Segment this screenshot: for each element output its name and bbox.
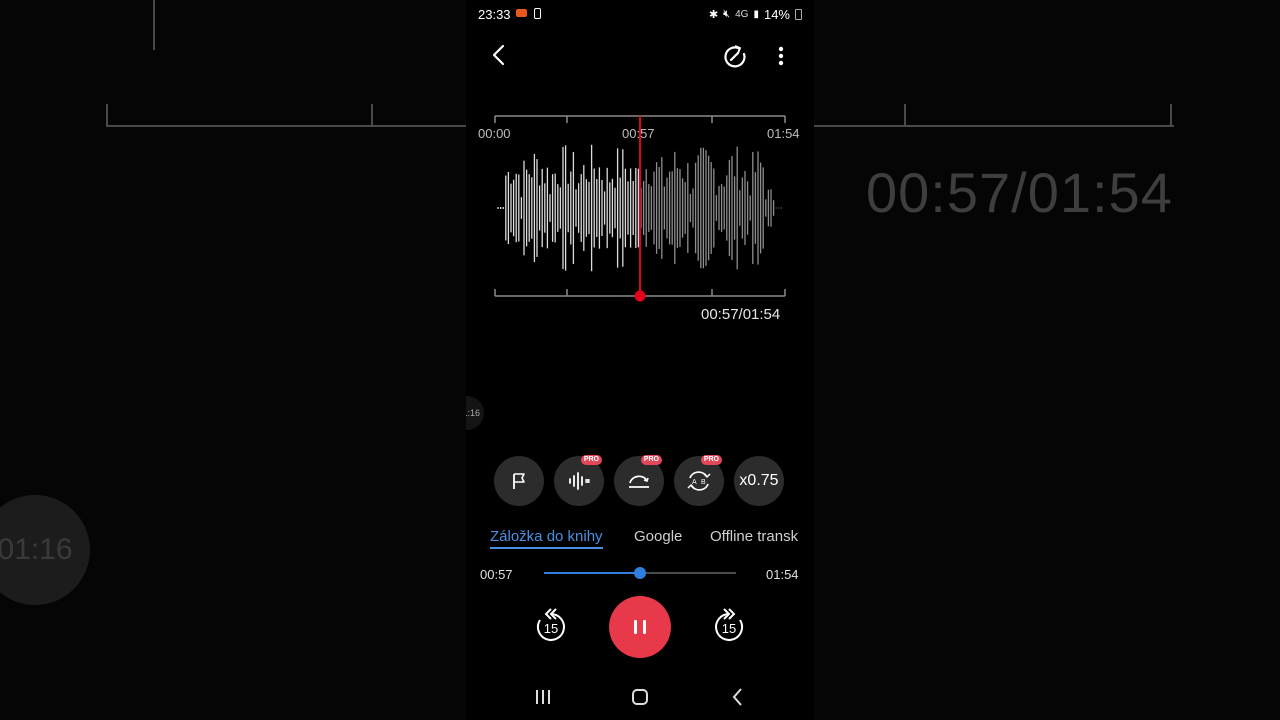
noise-reduction-icon [569, 472, 590, 490]
tool-row: PRO PRO PRO A B x0.75 [494, 455, 786, 508]
current-position-label: 00:57/01:54 [701, 306, 781, 323]
svg-text:B: B [701, 479, 706, 486]
bluetooth-icon: ✱ [708, 9, 719, 21]
bg-axis-right [814, 125, 1174, 127]
battery-saver-icon [534, 8, 541, 19]
bg-tick [904, 104, 906, 126]
skip-silence-button[interactable]: PRO [614, 455, 664, 506]
side-time-bubble: 01:16 [466, 396, 484, 430]
system-nav-bar [466, 678, 814, 714]
bookmark-button[interactable] [494, 456, 544, 506]
seek-row: 00:57 01:54 [466, 562, 814, 584]
battery-level: 14% [763, 7, 790, 22]
svg-text:A: A [692, 479, 697, 486]
skip-silence-icon [629, 475, 649, 488]
back-arrow-icon[interactable] [484, 40, 514, 70]
home-icon[interactable] [627, 684, 653, 710]
signal-icon: ▮ [753, 9, 759, 20]
back-nav-icon[interactable] [725, 684, 751, 710]
more-options-icon[interactable] [768, 42, 794, 72]
rewind-seconds: 15 [544, 621, 558, 636]
bg-axis-left [106, 125, 466, 127]
forward-seconds: 15 [722, 621, 736, 636]
pause-button[interactable] [609, 596, 671, 658]
noise-reduction-button[interactable]: PRO [554, 455, 604, 506]
ab-repeat-icon: A B [687, 471, 711, 491]
network-type: 4G [735, 9, 749, 20]
tab-offline-transcription[interactable]: Offline transk [710, 528, 798, 545]
waveform-panel[interactable]: 00:00 00:57 01:54 [478, 112, 800, 302]
tick-label-start: 00:00 [478, 126, 511, 141]
pro-badge: PRO [640, 455, 662, 465]
tab-bookmarks[interactable]: Záložka do knihy [490, 528, 603, 549]
playhead-handle[interactable] [634, 290, 646, 302]
pause-icon [634, 620, 646, 634]
bg-divider [153, 0, 155, 50]
flag-icon [513, 473, 525, 489]
status-icons: ✱ 🔇︎ 4G ▮ 14% [709, 7, 802, 22]
seek-thumb[interactable] [634, 567, 646, 579]
status-time: 23:33 [478, 7, 511, 22]
phone-screen: 23:33 ✱ 🔇︎ 4G ▮ 14% 00:00 00:57 01:54 00… [466, 0, 814, 720]
playback-controls: 15 15 [466, 596, 814, 660]
seek-bar[interactable] [544, 567, 736, 579]
total-time: 01:54 [766, 567, 799, 582]
screen-record-icon [516, 9, 527, 17]
pro-badge: PRO [700, 455, 722, 465]
mute-icon: 🔇︎ [723, 8, 731, 20]
seek-progress [544, 572, 640, 574]
bg-bubble: 01:16 [0, 495, 90, 605]
bg-time-display: 00:57/01:54 [866, 161, 1173, 224]
bg-tick [371, 104, 373, 126]
tab-bar: Záložka do knihy Google Offline transk [490, 528, 814, 554]
status-bar: 23:33 ✱ 🔇︎ 4G ▮ 14% [466, 0, 814, 28]
tab-google[interactable]: Google [634, 528, 682, 545]
tick-label-end: 01:54 [767, 126, 800, 141]
elapsed-time: 00:57 [480, 567, 513, 582]
bg-tick [106, 104, 108, 126]
bg-tick [1170, 104, 1172, 126]
trim-icon[interactable] [720, 42, 750, 72]
playback-speed-button[interactable]: x0.75 [734, 456, 784, 506]
recents-icon[interactable] [530, 684, 556, 710]
tick-label-mid: 00:57 [622, 126, 655, 141]
rewind-15-icon[interactable]: 15 [531, 606, 571, 646]
forward-15-icon[interactable]: 15 [709, 606, 749, 646]
ab-repeat-button[interactable]: PRO A B [674, 455, 724, 506]
battery-icon [795, 9, 802, 20]
pro-badge: PRO [580, 455, 602, 465]
